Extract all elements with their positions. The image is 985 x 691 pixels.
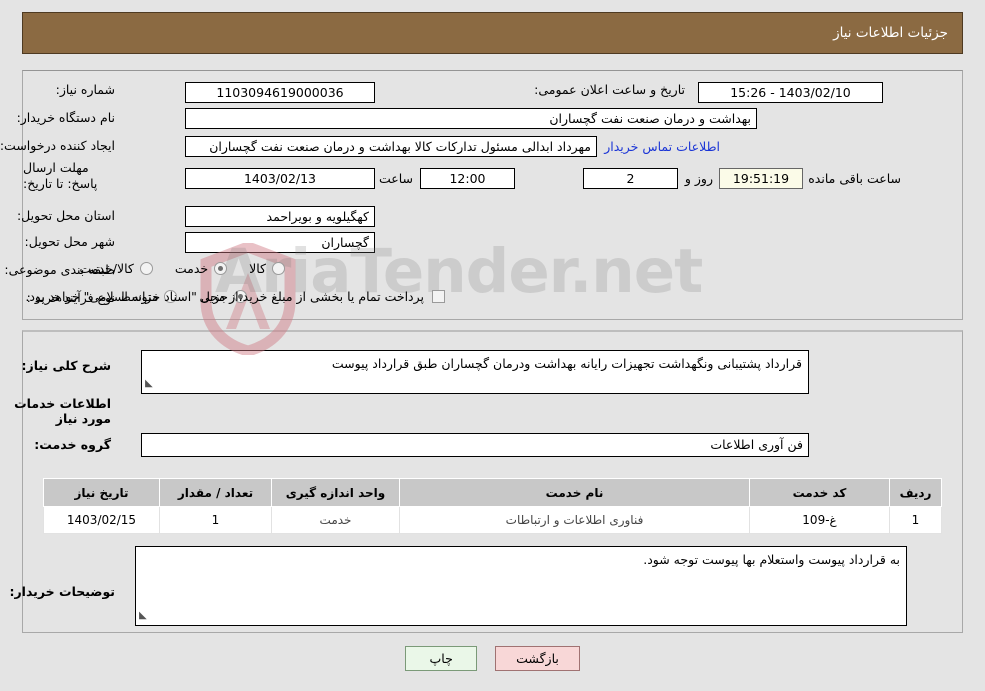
buyer-contact-link[interactable]: اطلاعات تماس خریدار bbox=[604, 139, 720, 154]
need-number-label: شماره نیاز: bbox=[55, 82, 115, 97]
buyer-notes-label: توضیحات خریدار: bbox=[9, 584, 115, 599]
services-table-wrapper: ردیف کد خدمت نام خدمت واحد اندازه گیری ت… bbox=[43, 478, 942, 534]
requester-label: ایجاد کننده درخواست: bbox=[0, 138, 115, 153]
services-table: ردیف کد خدمت نام خدمت واحد اندازه گیری ت… bbox=[43, 478, 942, 534]
description-textarea[interactable]: قرارداد پشتیبانی ونگهداشت تجهیزات رایانه… bbox=[141, 350, 809, 394]
category-option-kala[interactable]: کالا bbox=[249, 261, 285, 276]
radio-icon[interactable] bbox=[139, 262, 153, 275]
cell-service-code: غ-109 bbox=[749, 506, 890, 534]
table-header-unit: واحد اندازه گیری bbox=[271, 478, 400, 507]
radio-icon[interactable] bbox=[272, 262, 285, 275]
description-text: قرارداد پشتیبانی ونگهداشت تجهیزات رایانه… bbox=[331, 356, 802, 371]
deadline-date-field[interactable]: 1403/02/13 bbox=[185, 168, 375, 189]
announce-datetime-row: تاریخ و ساعت اعلان عمومی: bbox=[534, 82, 685, 97]
delivery-city-field[interactable]: گچساران bbox=[185, 232, 375, 253]
treasury-bond-option[interactable]: پرداخت تمام یا بخشی از مبلغ خرید،از محل … bbox=[25, 289, 445, 304]
deadline-days-label: روز و bbox=[684, 171, 713, 186]
category-option-label: کالا/خدمت bbox=[79, 261, 134, 276]
table-header-service-name: نام خدمت bbox=[399, 478, 750, 507]
announce-datetime-label: تاریخ و ساعت اعلان عمومی: bbox=[534, 82, 685, 97]
deadline-label-block: مهلت ارسال پاسخ: تا تاریخ: bbox=[23, 160, 115, 192]
buyer-notes-textarea[interactable]: به قرارداد پیوست واستعلام بها پیوست توجه… bbox=[135, 546, 907, 626]
deadline-countdown-field: 19:51:19 bbox=[719, 168, 803, 189]
buyer-org-field[interactable]: بهداشت و درمان صنعت نفت گچساران bbox=[185, 108, 757, 129]
resize-grip-icon[interactable]: ◢ bbox=[145, 375, 153, 392]
cell-quantity: 1 bbox=[159, 506, 272, 534]
radio-icon[interactable] bbox=[214, 262, 228, 275]
services-section-heading: اطلاعات خدمات مورد نیاز bbox=[14, 396, 111, 426]
resize-grip-icon[interactable]: ◢ bbox=[139, 607, 147, 624]
page-title: جزئیات اطلاعات نیاز bbox=[833, 25, 948, 41]
deadline-time-label: ساعت bbox=[378, 171, 413, 186]
table-row: 1 غ-109 فناوری اطلاعات و ارتباطات خدمت 1… bbox=[43, 506, 942, 534]
cell-unit: خدمت bbox=[271, 506, 400, 534]
category-option-kala-khedmat[interactable]: کالا/خدمت bbox=[79, 261, 153, 276]
category-option-label: کالا bbox=[249, 261, 266, 276]
requester-field[interactable]: مهرداد ابدالی مسئول تدارکات کالا بهداشت … bbox=[185, 136, 597, 157]
delivery-province-row: استان محل تحویل: bbox=[17, 208, 115, 223]
category-options: کالا خدمت کالا/خدمت bbox=[57, 261, 285, 276]
table-header-quantity: تعداد / مقدار bbox=[159, 478, 272, 507]
category-option-label: خدمت bbox=[174, 261, 209, 276]
deadline-time-field[interactable]: 12:00 bbox=[420, 168, 515, 189]
need-number-field[interactable]: 1103094619000036 bbox=[185, 82, 375, 103]
cell-row-no: 1 bbox=[889, 506, 942, 534]
table-header-need-date: تاریخ نیاز bbox=[43, 478, 160, 507]
requester-row: ایجاد کننده درخواست: bbox=[0, 138, 115, 153]
service-group-label: گروه خدمت: bbox=[34, 437, 111, 452]
checkbox-icon[interactable] bbox=[432, 290, 445, 303]
cell-service-name: فناوری اطلاعات و ارتباطات bbox=[399, 506, 750, 534]
need-number-row: شماره نیاز: bbox=[56, 82, 115, 97]
delivery-city-row: شهر محل تحویل: bbox=[25, 234, 115, 249]
deadline-days-field[interactable]: 2 bbox=[583, 168, 678, 189]
delivery-province-label: استان محل تحویل: bbox=[16, 208, 115, 223]
delivery-city-label: شهر محل تحویل: bbox=[24, 234, 115, 249]
back-button[interactable]: بازگشت bbox=[495, 646, 580, 671]
page-header: جزئیات اطلاعات نیاز bbox=[22, 12, 963, 54]
action-buttons: بازگشت چاپ bbox=[0, 646, 985, 671]
buyer-org-label: نام دستگاه خریدار: bbox=[16, 110, 115, 125]
category-option-khedmat[interactable]: خدمت bbox=[174, 261, 228, 276]
print-button[interactable]: چاپ bbox=[405, 646, 478, 671]
service-group-field[interactable]: فن آوری اطلاعات bbox=[141, 433, 809, 457]
deadline-label: مهلت ارسال پاسخ: تا تاریخ: bbox=[23, 160, 98, 191]
treasury-bond-label: پرداخت تمام یا بخشی از مبلغ خرید،از محل … bbox=[25, 289, 424, 304]
buyer-notes-text: به قرارداد پیوست واستعلام بها پیوست توجه… bbox=[643, 552, 900, 567]
announce-datetime-field[interactable]: 1403/02/10 - 15:26 bbox=[698, 82, 883, 103]
delivery-province-field[interactable]: کهگیلویه و بویراحمد bbox=[185, 206, 375, 227]
table-header-row: ردیف کد خدمت نام خدمت واحد اندازه گیری ت… bbox=[43, 478, 942, 507]
buyer-org-row: نام دستگاه خریدار: bbox=[17, 110, 115, 125]
description-label: شرح کلی نیاز: bbox=[21, 358, 111, 373]
deadline-countdown-label: ساعت باقی مانده bbox=[808, 171, 901, 186]
cell-need-date: 1403/02/15 bbox=[43, 506, 160, 534]
table-header-service-code: کد خدمت bbox=[749, 478, 890, 507]
table-header-row-no: ردیف bbox=[889, 478, 942, 507]
